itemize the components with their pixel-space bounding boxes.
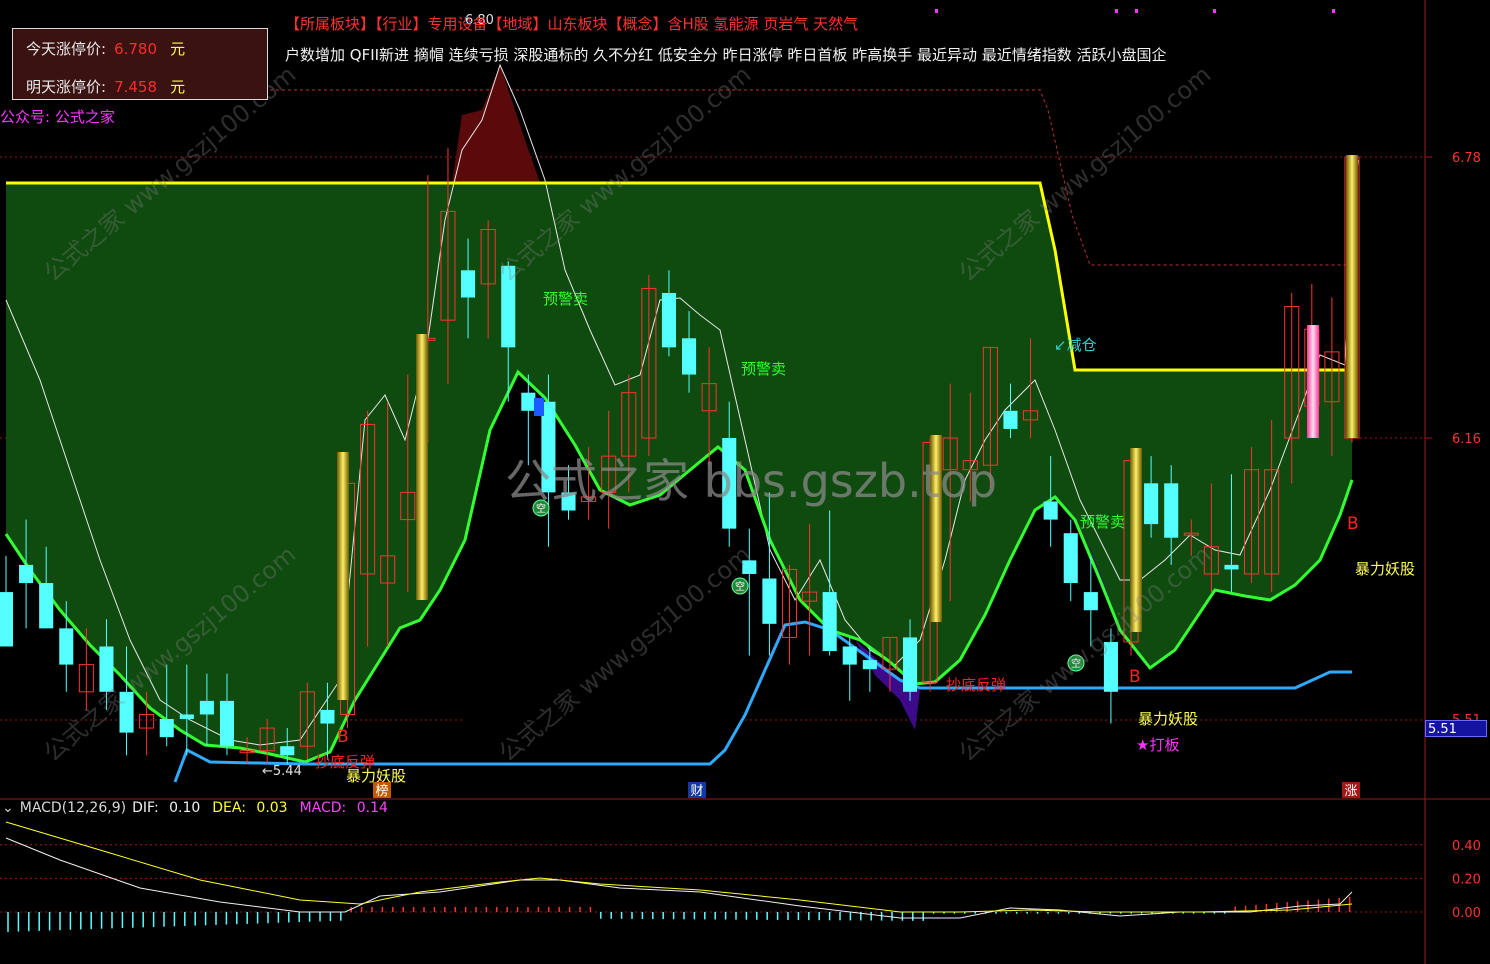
candle-body [39,583,54,629]
price-axis: 6.786.165.51 [1425,151,1481,728]
violent-monster-label: 暴力妖股 [1355,560,1415,578]
tomorrow-limit-row: 明天涨停价: 7.458 元 [26,76,185,97]
today-limit-row: 今天涨停价: 6.780 元 [26,38,185,59]
dea-value: 0.03 [256,800,288,816]
top-marker [1115,9,1118,13]
candle-body [1083,592,1098,611]
candle-body [280,746,295,756]
macd-panel: 0.40 0.20 0.00 [0,821,1481,932]
buy-marker: B [1129,667,1141,687]
signal-bar [1346,155,1358,438]
candle-body [822,592,837,652]
price-tick-label: 6.78 [1452,151,1481,166]
current-price-badge: 5.51 [1425,720,1487,737]
candle-body [1043,501,1058,520]
candle-body [1003,410,1018,429]
macd-indicator-label[interactable]: MACD(12,26,9) [20,800,126,816]
empty-signal-label: 空 [735,580,745,593]
hit-board-label: ★打板 [1136,736,1179,754]
bang-tag: 榜 [375,783,388,799]
wechat-label: 公众号: 公式之家 [0,108,115,126]
macd-header: ⌄ MACD(12,26,9) DIF: 0.10 DEA: 0.03 MACD: 0.… [2,800,400,816]
tomorrow-limit-unit: 元 [170,78,186,96]
dea-label-text: DEA: [212,800,246,816]
tomorrow-limit-label: 明天涨停价: [26,78,107,96]
candle-body [219,700,235,747]
buy-marker: B [1347,514,1359,534]
macd-label: MACD: 0.14 [300,800,394,816]
candle-body [902,637,918,692]
warn-sell-label: 预警卖 [741,360,786,378]
signal-bar-pink [1307,325,1319,438]
reduce-position-label: ↙减仓 [1054,336,1097,354]
signal-bar [416,334,428,600]
dea-label: DEA: 0.03 [212,800,293,816]
candle-body [1224,564,1239,570]
candle-body [762,578,777,624]
candle[interactable] [1063,519,1078,602]
candle-body [0,592,14,647]
candle-body [320,709,335,724]
top-marker [1135,9,1138,13]
dif-label: DIF: 0.10 [132,800,206,816]
price-tick-label: 6.16 [1452,432,1481,447]
limit-price-box: 今天涨停价: 6.780 元 明天涨停价: 7.458 元 [12,28,268,100]
stock-tags-line: 户数增加 QFII新进 摘帽 连续亏损 深股通标的 久不分红 低安全分 昨日涨停… [285,46,1167,64]
warn-sell-label: 预警卖 [1080,513,1125,531]
candle-body [862,660,877,670]
candle-body [521,392,536,411]
cai-tag: 财 [690,784,703,799]
fill-layer [6,65,1352,764]
candle-body [1144,483,1159,525]
macd-label-text: MACD: [299,800,347,816]
macd-tick-label: 0.20 [1452,872,1481,887]
candle-body [199,700,214,715]
candle-body [661,292,676,348]
bottom-rebound-label: 抄底反弹 [946,676,1006,694]
peak-zone [452,65,540,183]
candle-body [1063,533,1078,584]
signal-bar [337,452,349,700]
dif-value: 0.10 [169,800,201,816]
today-limit-unit: 元 [170,40,186,58]
candle-body [59,628,74,665]
dea-line [5,821,1353,913]
today-limit-value: 6.780 [114,40,158,58]
warn-sell-label: 预警卖 [543,290,588,308]
low-price-marker: ←5.44 [262,764,302,779]
top-marker [1213,9,1216,13]
candle-body [179,714,194,719]
candle-body [842,646,857,665]
tomorrow-limit-value: 7.458 [114,78,158,96]
collapse-icon[interactable]: ⌄ [2,800,14,816]
top-marker [935,9,938,13]
dif-label-text: DIF: [132,800,159,816]
top-marker [1332,9,1335,13]
candle-body [682,338,697,375]
buy-marker: B [337,727,349,747]
macd-tick-label: 0.40 [1452,839,1481,854]
candle-body [1164,483,1179,538]
violent-monster-label: 暴力妖股 [1138,710,1198,728]
candle-body [159,719,174,738]
macd-value: 0.14 [356,800,388,816]
candle-body [461,270,476,298]
candle-body [19,564,34,584]
candle[interactable] [0,555,14,647]
today-limit-label: 今天涨停价: [26,40,107,58]
center-watermark: 公式之家 bbs.gszb.top [505,454,997,508]
sector-concept-line: 【所属板块】【行业】专用设备【地域】山东板块【概念】含H股 氢能源 页岩气 天然… [285,15,859,33]
stock-chart[interactable]: 预警卖预警卖预警卖↙减仓抄底反弹抄底反弹暴力妖股暴力妖股暴力妖股★打板BBB空空… [0,0,1490,964]
candle[interactable] [842,637,857,701]
signal-block-blue [534,398,544,416]
zhang-tag: 涨 [1344,784,1357,799]
diagonal-watermark: 公式之家 www.gszj100.com [953,60,1216,287]
macd-tick-label: 0.00 [1452,906,1481,921]
